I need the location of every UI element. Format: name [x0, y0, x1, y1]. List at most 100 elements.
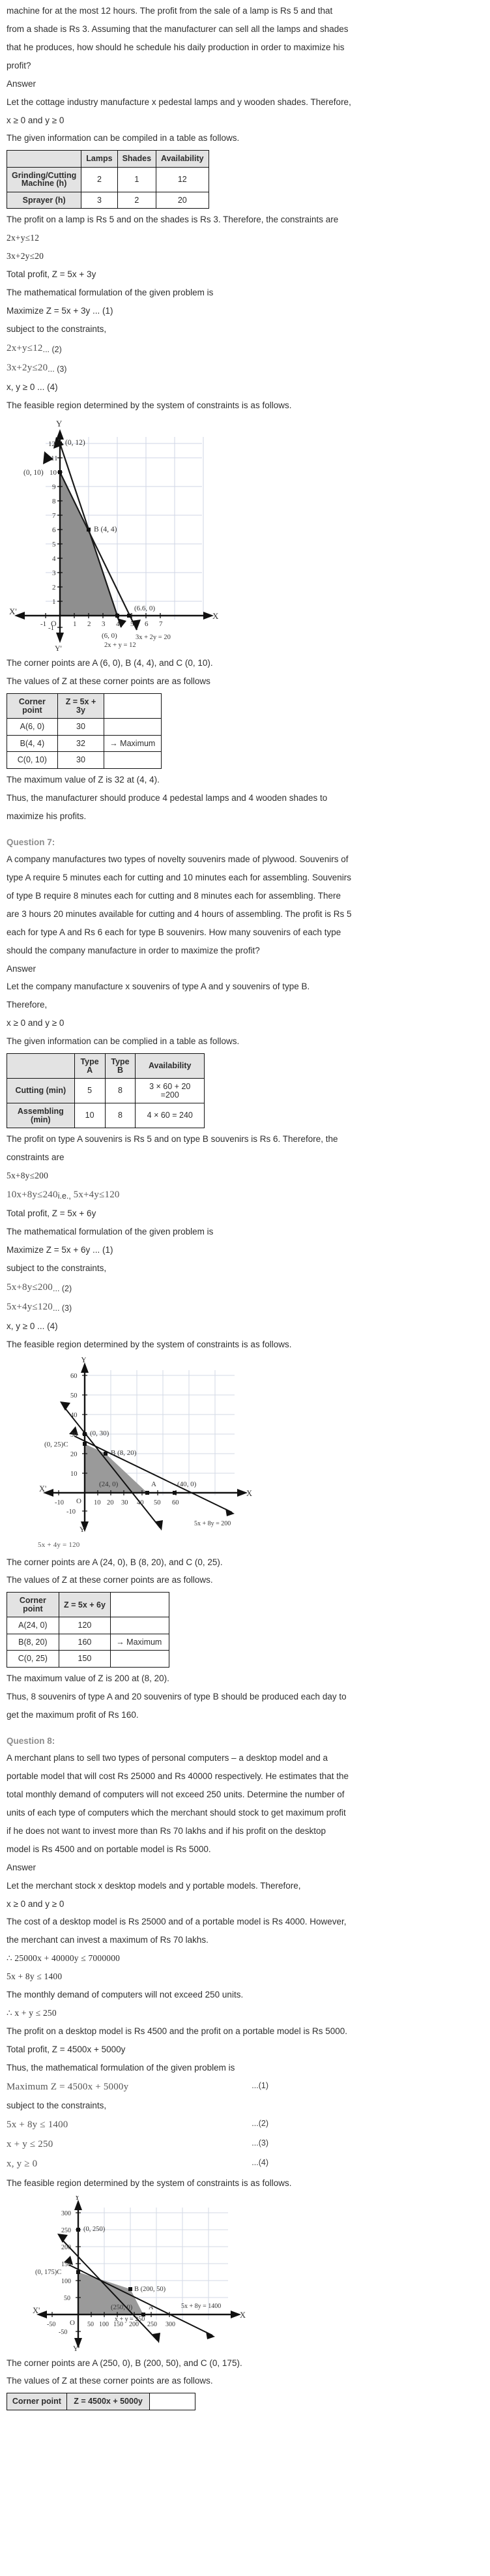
q7-problem-line-6: should the company manufacture in order … — [7, 945, 260, 955]
label-point-66-0: (6.6, 0) — [134, 605, 155, 612]
q7-c3-expr: 5x+4y≤120 — [7, 1302, 53, 1313]
q6-cp-r2c0: C(0, 10) — [7, 751, 58, 769]
q6-r1c2: 2 — [117, 191, 157, 209]
q7-problem-line-3: of type B require 8 minutes each for cut… — [7, 890, 341, 901]
y-tick-30: 30 — [70, 1431, 78, 1439]
q7-cp-r2c2 — [110, 1650, 169, 1668]
q7-cp-th-1: Z = 5x + 6y — [58, 1592, 111, 1618]
q6-cp-r2c2 — [104, 751, 162, 769]
x-tick-100: 100 — [99, 2321, 109, 2328]
q7-max-line: The maximum value of Z is 200 at (8, 20)… — [7, 1673, 169, 1683]
q6-constraint-3-numbered: 3x+2y≤20... (3) — [7, 359, 483, 378]
q7-subject-to: subject to the constraints, — [7, 1263, 107, 1274]
q7-feasible-region-graph: Y Y' X X' O 60 50 40 30 20 10 -10 -10 10… — [39, 1357, 252, 1533]
q7-cp-r0c2 — [110, 1617, 169, 1634]
q7-c2-expr: 5x+8y≤200 — [7, 1282, 53, 1293]
q8-maximize-number: ...(1) — [252, 2080, 268, 2090]
x-tick-250: 250 — [147, 2321, 157, 2328]
point-B-marker — [104, 1451, 108, 1456]
q6-c3-expr: 3x+2y≤20 — [7, 363, 48, 374]
q6-th-3: Availability — [156, 150, 209, 168]
q8-c2-number: ...(2) — [252, 2118, 268, 2128]
y-tick-10: 10 — [70, 1471, 78, 1478]
q6-total-profit: Total profit, Z = 5x + 3y — [7, 269, 96, 280]
point-0-12-marker — [58, 442, 62, 446]
x-tick-6: 6 — [145, 620, 149, 628]
q6-cp-r0c1: 30 — [57, 718, 105, 736]
x-axis-neg-label: X' — [33, 2306, 40, 2315]
y-tick-300: 300 — [61, 2210, 71, 2217]
arrow-line2-down — [155, 1520, 163, 1531]
q7-c3-number: ... (3) — [53, 1304, 72, 1313]
q8-answer-label: Answer — [7, 1862, 36, 1872]
origin-label: O — [76, 1497, 81, 1505]
y-tick-50: 50 — [70, 1392, 78, 1400]
q7-table-intro: The given information can be complied in… — [7, 1036, 240, 1047]
q6-table-intro: The given information can be compiled in… — [7, 133, 240, 143]
q8-values-line: The values of Z at these corner points a… — [7, 2376, 213, 2386]
line-5x-plus-4y-120 — [63, 1405, 161, 1529]
q6-constraint-4: x, y ≥ 0 ... (4) — [7, 382, 58, 392]
q7-cp-r2c0: C(0, 25) — [7, 1650, 59, 1668]
y-tick-200: 200 — [61, 2244, 71, 2251]
table-row: Sprayer (h) 3 2 20 — [6, 191, 209, 209]
q7-r1c0: Assembling (min) — [7, 1103, 75, 1129]
point-40-0-marker — [173, 1490, 177, 1495]
label-point-B: B (200, 50) — [134, 2286, 166, 2293]
q7-r1c1: 10 — [74, 1103, 106, 1129]
label-line-5x-8y-200: 5x + 8y = 200 — [194, 1520, 231, 1527]
q7-r0c3: 3 × 60 + 20 =200 — [135, 1078, 205, 1104]
q6-problem-line-4: profit? — [7, 60, 31, 70]
q6-problem-line-3: that he produces, how should he schedule… — [7, 42, 345, 52]
solutions-page: machine for at the most 12 hours. The pr… — [0, 0, 490, 2419]
q6-cp-th-2 — [104, 693, 162, 719]
y-tick-neg10: -10 — [66, 1508, 76, 1516]
q6-problem-line-1: machine for at the most 12 hours. The pr… — [7, 6, 333, 16]
q7-answer-label: Answer — [7, 963, 36, 974]
label-line-x-y-250: x + y = 250 — [115, 2316, 145, 2323]
y-axis-neg-label: Y' — [79, 1526, 86, 1533]
x-tick-labels: -1 1 2 3 4 5 6 7 — [40, 620, 163, 628]
q6-constraint-2: 3x+2y≤20 — [7, 251, 44, 262]
q7-cp-r0c1: 120 — [58, 1617, 111, 1634]
q7-corner-point-table: Corner point Z = 5x + 6y A(24, 0) 120 B(… — [7, 1592, 169, 1668]
q8-corner-point-table: Corner point Z = 4500x + 5000y — [7, 2393, 195, 2410]
y-axis-arrow-down — [56, 633, 64, 644]
q7-cp-r2c1: 150 — [58, 1650, 111, 1668]
point-0-10-marker — [58, 470, 62, 475]
q7-cp-th-0: Corner point — [7, 1592, 59, 1618]
q6-th-2: Shades — [117, 150, 157, 168]
q8-subject-to: subject to the constraints, — [7, 2100, 107, 2110]
point-66-0-marker — [127, 614, 131, 618]
arrow-line1-right — [206, 2331, 215, 2339]
x-tick-neg10: -10 — [55, 1499, 64, 1506]
y-axis-label: Y — [56, 419, 63, 428]
y-tick-12: 12 — [48, 440, 55, 448]
y-tick-7: 7 — [52, 512, 56, 520]
q8-graph-container: Y Y' X X' O 300 250 200 150 100 50 -50 -… — [7, 2193, 483, 2355]
q8-corner-points-line: The corner points are A (250, 0), B (200… — [7, 2358, 242, 2368]
label-line-5x-8y-1400: 5x + 8y = 1400 — [181, 2303, 221, 2310]
q7-cp-r1c0: B(8, 20) — [7, 1633, 59, 1651]
table-header-row: Corner point Z = 4500x + 5000y — [7, 2393, 195, 2410]
q7-constraint-1: 5x+8y≤200 — [7, 1171, 49, 1181]
x-tick-10: 10 — [94, 1499, 101, 1506]
q6-r1c1: 3 — [81, 191, 118, 209]
label-point-0-175: (0, 175)C — [35, 2269, 61, 2276]
arrow-line2-up — [60, 1401, 70, 1411]
label-point-6-0: (6, 0) — [102, 632, 117, 640]
q6-formulation-line: The mathematical formulation of the give… — [7, 288, 214, 298]
y-tick-neg1: -1 — [48, 624, 54, 632]
label-point-24-0: (24, 0) — [99, 1480, 119, 1488]
q6-c2-expr: 2x+y≤12 — [7, 342, 43, 353]
x-tick-neg1: -1 — [40, 620, 46, 628]
q7-cp-th-2 — [110, 1592, 169, 1618]
q8-cost-line-1: The cost of a desktop model is Rs 25000 … — [7, 1917, 347, 1927]
q8-let-line: Let the merchant stock x desktop models … — [7, 1880, 301, 1891]
label-point-0-30: (0, 30) — [90, 1430, 109, 1437]
q6-th-0 — [6, 150, 82, 168]
q6-conclusion-line-2: maximize his profits. — [7, 811, 87, 821]
q7-problem-line-2: type A require 5 minutes each for cuttin… — [7, 872, 352, 882]
q7-r1c2: 8 — [104, 1103, 136, 1129]
point-0-250-marker — [76, 2227, 80, 2232]
